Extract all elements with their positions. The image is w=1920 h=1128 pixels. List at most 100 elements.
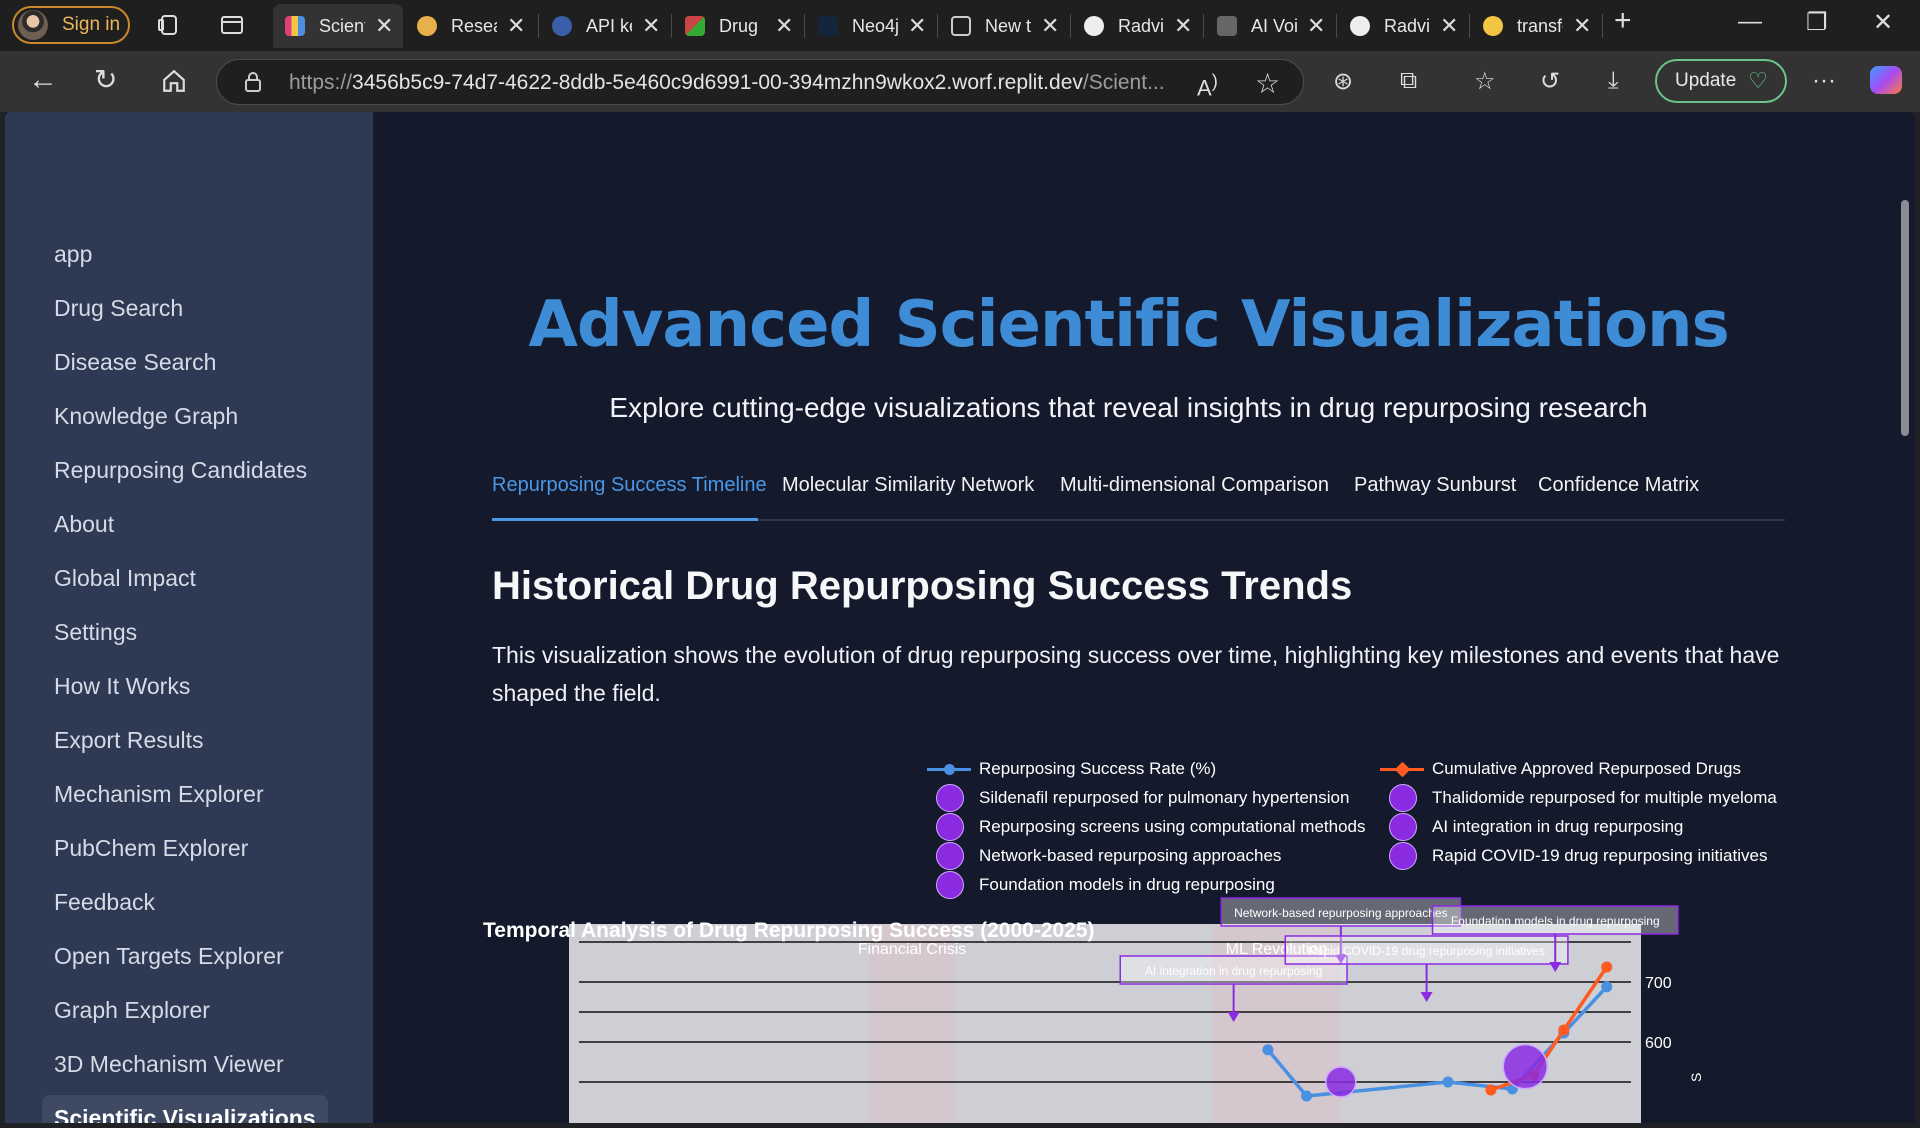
close-tab-icon[interactable]: ✕ bbox=[1573, 13, 1591, 39]
page-subtitle: Explore cutting-edge visualizations that… bbox=[609, 392, 1648, 423]
new-tab-plus-icon[interactable]: + bbox=[1614, 4, 1632, 38]
extensions-icon[interactable]: ⧉ bbox=[1400, 67, 1417, 95]
browser-tab[interactable]: Neo4j ✕ bbox=[806, 4, 936, 48]
browser-tab[interactable]: Drug ✕ bbox=[673, 4, 803, 48]
tab-label: Drug bbox=[719, 15, 759, 36]
sidebar-item-3d-mechanism-viewer[interactable]: 3D Mechanism Viewer bbox=[54, 1051, 284, 1078]
browser-tab[interactable]: AI Voice ✕ bbox=[1205, 4, 1335, 48]
close-tab-icon[interactable]: ✕ bbox=[775, 13, 793, 39]
sidebar-item-about[interactable]: About bbox=[54, 511, 114, 538]
series-point bbox=[1262, 1044, 1274, 1056]
url-field[interactable]: https://3456b5c9-74d7-4622-8ddb-5e460c9d… bbox=[216, 59, 1304, 105]
tab-separator bbox=[1203, 14, 1204, 38]
sidebar-item-app[interactable]: app bbox=[54, 241, 92, 268]
close-tab-icon[interactable]: ✕ bbox=[1174, 13, 1192, 39]
lock-icon bbox=[245, 72, 261, 92]
tab-separator bbox=[804, 14, 805, 38]
refresh-icon[interactable]: ↻ bbox=[94, 65, 117, 95]
tab-separator bbox=[538, 14, 539, 38]
close-tab-icon[interactable]: ✕ bbox=[507, 13, 525, 39]
series-point bbox=[1601, 981, 1613, 993]
series-point bbox=[1442, 1076, 1454, 1088]
close-tab-icon[interactable]: ✕ bbox=[1307, 13, 1325, 39]
page-scrollbar[interactable] bbox=[1901, 200, 1909, 436]
sidebar-item-feedback[interactable]: Feedback bbox=[54, 889, 155, 916]
favorites-icon[interactable]: ☆ bbox=[1474, 67, 1496, 96]
tab-label: AI Voice bbox=[1251, 15, 1297, 36]
app-favicon-icon bbox=[685, 16, 705, 36]
page-title: Advanced Scientific Visualizations bbox=[528, 288, 1729, 362]
update-button[interactable]: Update ♡ bbox=[1655, 59, 1787, 103]
browser-tab[interactable]: transformers ✕ bbox=[1471, 4, 1601, 48]
timeline-chart: Repurposing Success Rate (%) Cumulative … bbox=[481, 752, 1781, 1123]
browser-tab-bar: Sign in Scientific Visualizations ✕ Rese… bbox=[0, 0, 1920, 51]
openai-favicon-icon bbox=[1084, 16, 1104, 36]
close-tab-icon[interactable]: ✕ bbox=[1041, 13, 1059, 39]
y-right-axis-title: S bbox=[1688, 1073, 1704, 1082]
home-icon[interactable] bbox=[161, 68, 187, 94]
y-right-tick-label: 600 bbox=[1645, 1035, 1672, 1052]
browser-tab[interactable]: Radvision ✕ bbox=[1338, 4, 1468, 48]
event-band-label: Financial Crisis bbox=[858, 941, 966, 958]
workspaces-icon[interactable] bbox=[157, 13, 181, 37]
download-icon[interactable]: ⤓ bbox=[1608, 67, 1619, 95]
sidebar-item-pubchem-explorer[interactable]: PubChem Explorer bbox=[54, 835, 248, 862]
sidebar-item-mechanism-explorer[interactable]: Mechanism Explorer bbox=[54, 781, 264, 808]
update-label: Update bbox=[1675, 70, 1737, 91]
browser-tab[interactable]: Research ✕ bbox=[405, 4, 533, 48]
tab-confidence-matrix[interactable]: Confidence Matrix bbox=[1538, 474, 1699, 521]
close-tab-icon[interactable]: ✕ bbox=[908, 13, 926, 39]
openai-favicon-icon bbox=[1350, 16, 1370, 36]
sidebar-item-how-it-works[interactable]: How It Works bbox=[54, 673, 190, 700]
sidebar-item-global-impact[interactable]: Global Impact bbox=[54, 565, 196, 592]
copilot-icon[interactable] bbox=[1870, 66, 1902, 94]
tab-label: Scientific Visualizations bbox=[319, 15, 365, 36]
minimize-icon[interactable]: — bbox=[1738, 8, 1762, 36]
close-tab-icon[interactable]: ✕ bbox=[1440, 13, 1458, 39]
tab-separator bbox=[671, 14, 672, 38]
sidebar-item-knowledge-graph[interactable]: Knowledge Graph bbox=[54, 403, 238, 430]
neo4j-favicon-icon bbox=[818, 16, 838, 36]
huggingface-favicon-icon bbox=[1483, 16, 1503, 36]
sidebar-item-graph-explorer[interactable]: Graph Explorer bbox=[54, 997, 210, 1024]
browser-tab[interactable]: Radvision ✕ bbox=[1072, 4, 1202, 48]
restore-icon[interactable]: ❐ bbox=[1806, 8, 1828, 37]
tab-repurposing-success-timeline[interactable]: Repurposing Success Timeline bbox=[492, 474, 767, 521]
tab-pathway-sunburst[interactable]: Pathway Sunburst bbox=[1354, 474, 1516, 521]
url-prefix: https:// bbox=[289, 71, 353, 94]
tab-separator bbox=[1602, 14, 1603, 38]
tab-separator bbox=[1070, 14, 1071, 38]
series-point bbox=[1485, 1084, 1497, 1096]
sidebar-item-repurposing-candidates[interactable]: Repurposing Candidates bbox=[54, 457, 307, 484]
openai-favicon-icon bbox=[552, 16, 572, 36]
sidebar-item-export-results[interactable]: Export Results bbox=[54, 727, 204, 754]
sidebar-item-settings[interactable]: Settings bbox=[54, 619, 137, 646]
browser-tab-active[interactable]: Scientific Visualizations ✕ bbox=[273, 4, 403, 48]
browser-tab[interactable]: API keys ✕ bbox=[540, 4, 668, 48]
close-tab-icon[interactable]: ✕ bbox=[375, 13, 393, 39]
close-tab-icon[interactable]: ✕ bbox=[642, 13, 660, 39]
annotation-label: AI integration in drug repurposing bbox=[1145, 964, 1322, 978]
favorite-star-icon[interactable]: ☆ bbox=[1255, 67, 1280, 100]
history-icon[interactable]: ↺ bbox=[1540, 67, 1560, 96]
tab-multi-dimensional-comparison[interactable]: Multi-dimensional Comparison bbox=[1060, 474, 1329, 521]
sidebar-item-open-targets-explorer[interactable]: Open Targets Explorer bbox=[54, 943, 284, 970]
sidebar-item-drug-search[interactable]: Drug Search bbox=[54, 295, 183, 322]
close-window-icon[interactable]: ✕ bbox=[1873, 8, 1893, 37]
tab-actions-icon[interactable] bbox=[220, 13, 244, 37]
sign-in-button[interactable]: Sign in bbox=[12, 6, 130, 44]
sign-in-label: Sign in bbox=[62, 14, 121, 35]
copilot-chat-icon[interactable]: ⊛ bbox=[1333, 67, 1353, 96]
tab-label: transformers bbox=[1517, 15, 1563, 36]
browser-tab[interactable]: New tab ✕ bbox=[939, 4, 1069, 48]
tab-label: Research bbox=[451, 15, 497, 36]
tab-molecular-similarity-network[interactable]: Molecular Similarity Network bbox=[782, 474, 1034, 521]
url-text: https://3456b5c9-74d7-4622-8ddb-5e460c9d… bbox=[289, 71, 1165, 95]
annotation-label: Network-based repurposing approaches bbox=[1234, 906, 1447, 920]
read-aloud-icon[interactable]: A) bbox=[1197, 70, 1218, 101]
url-host: 3456b5c9-74d7-4622-8ddb-5e460c9d6991-00-… bbox=[352, 71, 1083, 94]
sidebar-item-scientific-visualizations[interactable]: Scientific Visualizations bbox=[42, 1095, 328, 1123]
more-menu-icon[interactable]: ··· bbox=[1812, 67, 1836, 95]
back-arrow-icon[interactable]: ← bbox=[28, 65, 58, 95]
sidebar-item-disease-search[interactable]: Disease Search bbox=[54, 349, 216, 376]
